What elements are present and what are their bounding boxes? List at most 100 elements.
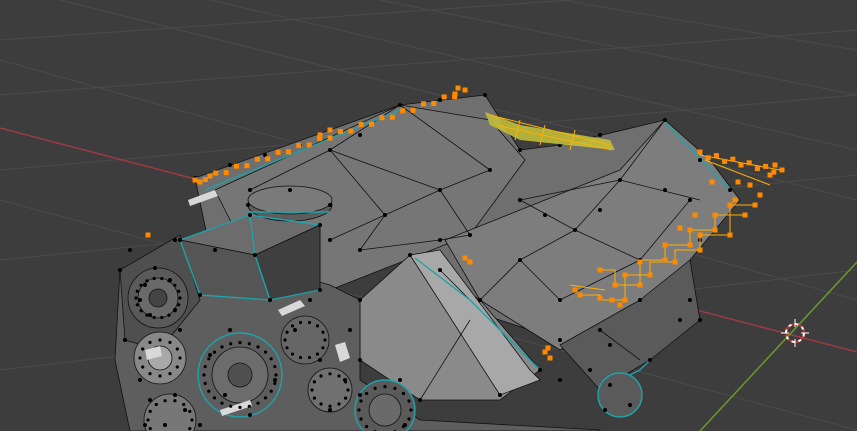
vertex-point[interactable] [318, 223, 322, 227]
vertex-point[interactable] [401, 391, 405, 396]
vertex-point[interactable] [628, 403, 632, 407]
vertex-point[interactable] [139, 309, 143, 313]
selected-vertex[interactable] [577, 292, 583, 298]
vertex-point[interactable] [608, 383, 612, 387]
vertex-point[interactable] [498, 393, 502, 397]
selected-vertex[interactable] [327, 135, 333, 141]
vertex-point[interactable] [518, 148, 522, 152]
vertex-point[interactable] [269, 357, 273, 361]
vertex-point[interactable] [248, 413, 252, 417]
vertex-point[interactable] [285, 330, 289, 334]
vertex-point[interactable] [312, 380, 316, 384]
vertex-point[interactable] [168, 340, 172, 344]
selected-vertex[interactable] [192, 177, 198, 183]
vertex-point[interactable] [173, 283, 177, 287]
vertex-point[interactable] [141, 347, 145, 351]
vertex-point[interactable] [134, 296, 138, 300]
vertex-point[interactable] [198, 423, 202, 427]
vertex-point[interactable] [698, 158, 702, 162]
vertex-point[interactable] [308, 298, 312, 302]
vertex-point[interactable] [247, 342, 251, 346]
vertex-point[interactable] [152, 276, 156, 281]
vertex-point[interactable] [183, 408, 187, 412]
selected-vertex[interactable] [421, 101, 426, 107]
vertex-point[interactable] [273, 378, 277, 382]
viewport-canvas[interactable] [0, 0, 857, 431]
vertex-point[interactable] [238, 405, 242, 409]
vertex-point[interactable] [167, 313, 171, 317]
selected-vertex[interactable] [145, 232, 151, 238]
vertex-point[interactable] [138, 378, 142, 382]
3d-viewport[interactable] [0, 0, 857, 431]
vertex-point[interactable] [253, 253, 257, 257]
selected-vertex[interactable] [622, 297, 628, 303]
vertex-point[interactable] [173, 393, 177, 397]
selected-vertex[interactable] [727, 232, 733, 238]
vertex-point[interactable] [328, 148, 332, 152]
vertex-point[interactable] [283, 338, 287, 342]
selected-vertex[interactable] [244, 163, 250, 169]
vertex-point[interactable] [618, 178, 622, 182]
selected-vertex[interactable] [597, 267, 603, 273]
vertex-point[interactable] [202, 373, 206, 377]
vertex-point[interactable] [398, 103, 402, 107]
selected-vertex[interactable] [662, 257, 668, 263]
vertex-point[interactable] [418, 398, 422, 402]
vertex-point[interactable] [483, 93, 487, 97]
selected-vertex[interactable] [452, 91, 458, 97]
selected-vertex[interactable] [202, 177, 208, 182]
vertex-point[interactable] [163, 423, 167, 427]
vertex-point[interactable] [228, 163, 232, 167]
vertex-point[interactable] [728, 188, 732, 192]
selected-vertex[interactable] [662, 242, 668, 248]
vertex-point[interactable] [135, 303, 139, 307]
vertex-point[interactable] [663, 118, 667, 122]
vertex-point[interactable] [188, 427, 192, 431]
vertex-point[interactable] [598, 208, 602, 212]
vertex-point[interactable] [688, 198, 692, 202]
vertex-point[interactable] [148, 427, 152, 431]
vertex-point[interactable] [268, 298, 272, 302]
vertex-point[interactable] [359, 399, 363, 403]
vertex-point[interactable] [348, 328, 352, 332]
vertex-point[interactable] [207, 357, 211, 361]
vertex-point[interactable] [638, 298, 642, 302]
selected-vertex[interactable] [597, 295, 603, 301]
vertex-point[interactable] [558, 378, 562, 382]
vertex-point[interactable] [220, 401, 224, 405]
vertex-point[interactable] [663, 188, 667, 192]
vertex-point[interactable] [315, 352, 320, 356]
vertex-point[interactable] [246, 203, 250, 207]
vertex-point[interactable] [190, 418, 194, 422]
vertex-point[interactable] [365, 391, 369, 396]
selected-vertex[interactable] [730, 156, 736, 162]
vertex-point[interactable] [307, 355, 312, 360]
vertex-point[interactable] [269, 389, 273, 393]
vertex-point[interactable] [409, 408, 413, 412]
vertex-point[interactable] [321, 330, 325, 334]
vertex-point[interactable] [148, 398, 152, 402]
vertex-point[interactable] [358, 358, 362, 362]
vertex-point[interactable] [173, 309, 177, 313]
selected-vertex[interactable] [317, 132, 323, 138]
vertex-point[interactable] [407, 399, 411, 403]
vertex-point[interactable] [323, 338, 327, 342]
vertex-point[interactable] [178, 296, 182, 300]
selected-vertex[interactable] [455, 85, 461, 91]
vertex-point[interactable] [408, 253, 412, 257]
vertex-point[interactable] [588, 368, 592, 372]
vertex-point[interactable] [319, 374, 323, 378]
vertex-point[interactable] [407, 417, 411, 421]
selected-vertex[interactable] [712, 212, 718, 218]
vertex-point[interactable] [678, 318, 682, 322]
selected-vertex[interactable] [697, 247, 703, 253]
selected-vertex[interactable] [389, 114, 395, 120]
selected-vertex[interactable] [746, 160, 752, 166]
vertex-point[interactable] [148, 340, 152, 344]
selected-vertex[interactable] [732, 197, 738, 203]
vertex-point[interactable] [488, 168, 492, 172]
selected-vertex[interactable] [286, 149, 291, 155]
selected-vertex[interactable] [672, 259, 678, 265]
vertex-point[interactable] [223, 393, 227, 397]
vertex-point[interactable] [608, 343, 612, 347]
